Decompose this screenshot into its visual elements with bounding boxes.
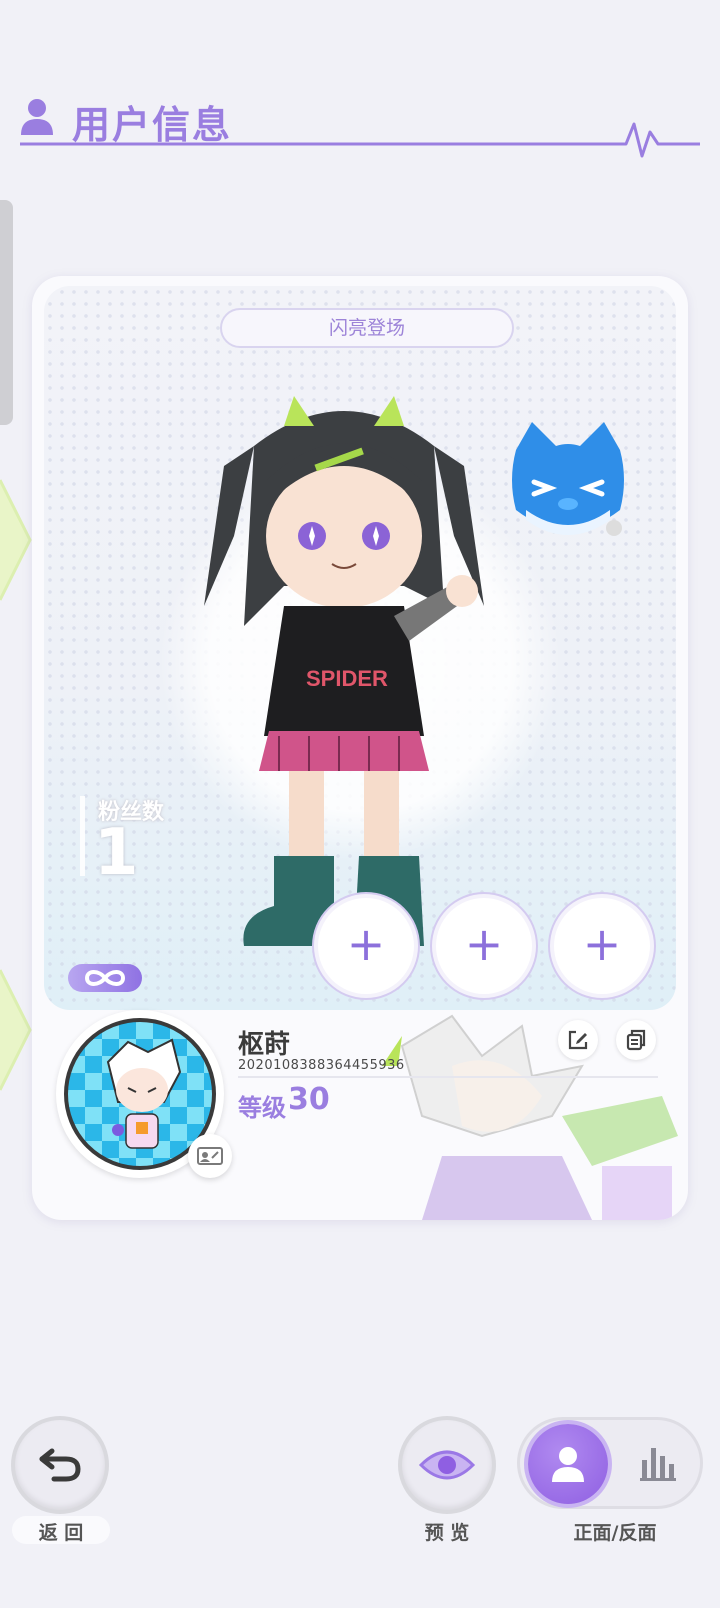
- level-label: 等级: [238, 1094, 286, 1122]
- undo-arrow-icon: [39, 1448, 81, 1482]
- plus-icon: +: [464, 917, 504, 971]
- character-stage: 闪亮登场 SPIDER 粉丝数 1 + + +: [44, 286, 676, 1010]
- level-value: 30: [288, 1082, 330, 1117]
- star-deco-left-top: [0, 479, 32, 601]
- pet-cat-icon: [512, 422, 624, 536]
- svg-text:SPIDER: SPIDER: [306, 666, 388, 691]
- plus-icon: +: [582, 917, 622, 971]
- copy-id-button[interactable]: [616, 1020, 656, 1060]
- plus-icon: +: [346, 917, 386, 971]
- avatar-edit-button[interactable]: [188, 1134, 232, 1178]
- add-slot-1[interactable]: +: [318, 898, 414, 994]
- edit-name-button[interactable]: [558, 1020, 598, 1060]
- back-label: 返 回: [38, 1522, 84, 1544]
- fans-divider: [80, 796, 85, 876]
- bar-chart-icon[interactable]: [638, 1442, 678, 1482]
- infinity-badge[interactable]: [68, 964, 142, 992]
- eye-icon: [419, 1450, 475, 1480]
- user-icon: [552, 1447, 584, 1482]
- front-side-option[interactable]: [528, 1424, 608, 1504]
- infinity-icon: [84, 970, 126, 986]
- add-slot-3[interactable]: +: [554, 898, 650, 994]
- user-id: 2020108388364455936: [238, 1058, 405, 1073]
- banner-title: 闪亮登场: [220, 308, 514, 348]
- preview-button[interactable]: [402, 1420, 492, 1510]
- copy-icon: [626, 1029, 646, 1051]
- profile-card: 闪亮登场 SPIDER 粉丝数 1 + + + 枢莳 2020108388364…: [32, 276, 688, 1220]
- back-button[interactable]: [15, 1420, 105, 1510]
- id-card-edit-icon: [197, 1147, 223, 1165]
- front-back-label: 正面/反面: [573, 1522, 657, 1544]
- header-divider-heartbeat: [20, 122, 700, 158]
- add-slot-2[interactable]: +: [436, 898, 532, 994]
- username: 枢莳: [238, 1030, 291, 1060]
- star-deco-left-bottom: [0, 969, 32, 1091]
- preview-label: 预 览: [424, 1522, 470, 1544]
- side-drawer-handle[interactable]: [0, 200, 13, 425]
- info-divider: [238, 1076, 658, 1078]
- pencil-edit-icon: [568, 1030, 588, 1050]
- fans-count: 1: [94, 816, 139, 890]
- character-figure: SPIDER: [204, 396, 484, 946]
